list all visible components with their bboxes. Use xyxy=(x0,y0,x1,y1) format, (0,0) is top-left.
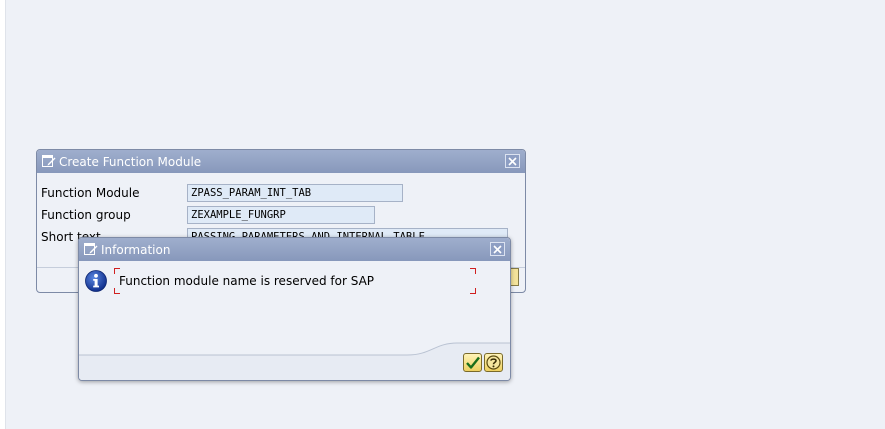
info-icon xyxy=(85,270,107,292)
function-group-label: Function group xyxy=(41,208,131,222)
frame-corner xyxy=(114,288,120,294)
info-dialog-title: Information xyxy=(101,242,171,257)
function-group-input[interactable]: ZEXAMPLE_FUNGRP xyxy=(187,206,375,224)
function-module-row: Function Module ZPASS_PARAM_INT_TAB xyxy=(41,184,403,202)
left-margin xyxy=(0,0,6,429)
function-group-row: Function group ZEXAMPLE_FUNGRP xyxy=(41,206,375,224)
info-message: Function module name is reserved for SAP xyxy=(119,274,375,288)
frame-corner xyxy=(470,268,476,274)
message-frame: Function module name is reserved for SAP xyxy=(114,268,476,294)
close-icon[interactable] xyxy=(490,242,505,256)
checkmark-icon xyxy=(465,356,480,369)
help-button[interactable] xyxy=(484,353,503,372)
ok-button[interactable] xyxy=(463,353,482,372)
function-module-label: Function Module xyxy=(41,186,140,200)
window-edit-icon xyxy=(42,155,56,168)
function-module-input[interactable]: ZPASS_PARAM_INT_TAB xyxy=(187,184,403,202)
create-dialog-titlebar[interactable]: Create Function Module xyxy=(37,150,525,173)
frame-corner xyxy=(470,288,476,294)
info-dialog-titlebar[interactable]: Information xyxy=(79,238,510,261)
information-dialog: Information Function module name is rese… xyxy=(78,237,511,381)
window-edit-icon xyxy=(84,243,98,256)
footer-curve xyxy=(79,342,510,380)
help-icon xyxy=(486,355,501,370)
close-icon[interactable] xyxy=(505,154,520,168)
create-dialog-title: Create Function Module xyxy=(59,154,202,169)
